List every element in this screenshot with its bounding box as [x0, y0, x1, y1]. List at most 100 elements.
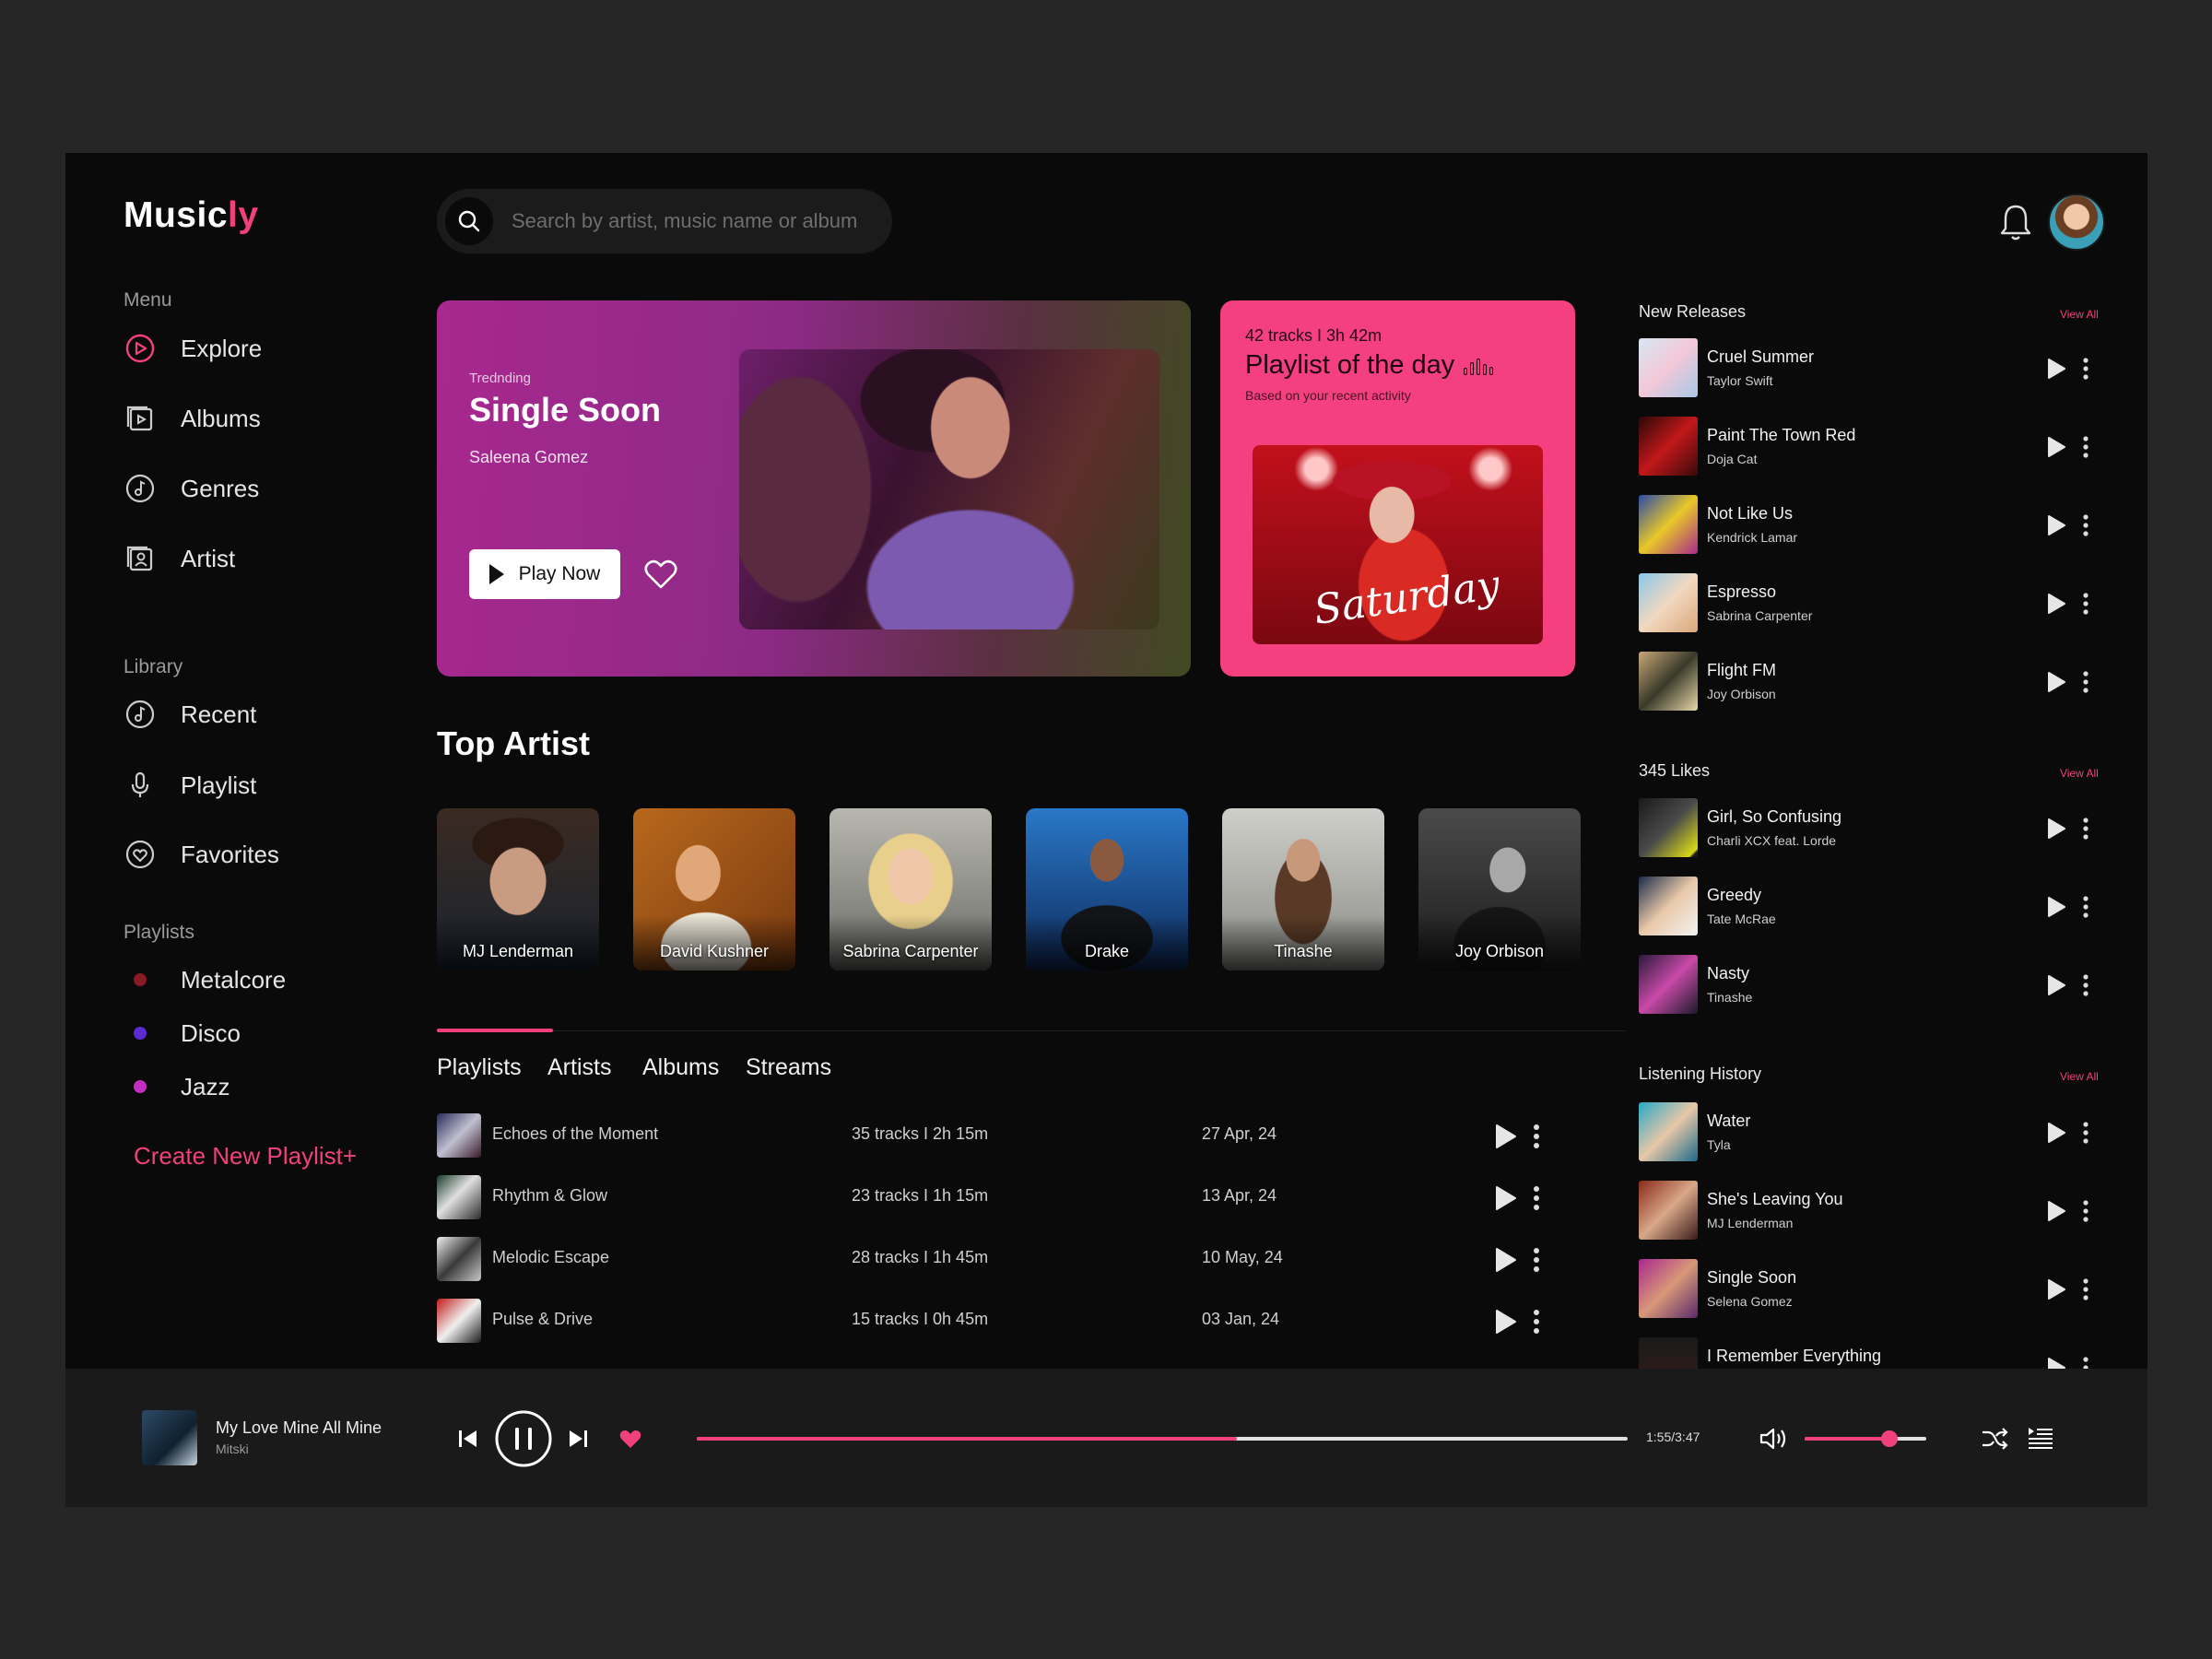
playlist-thumbnail	[437, 1237, 481, 1281]
artist-card-david-kushner[interactable]: David Kushner	[633, 808, 795, 971]
heart-filled-icon[interactable]	[618, 1427, 642, 1451]
app-logo[interactable]: Musicly	[124, 195, 259, 236]
sidebar-item-artist[interactable]: Artist	[124, 535, 235, 582]
artist-card-mj-lenderman[interactable]: MJ Lenderman	[437, 808, 599, 971]
play-icon[interactable]	[2044, 895, 2068, 919]
more-vertical-icon[interactable]	[1532, 1246, 1541, 1274]
play-icon[interactable]	[2044, 357, 2068, 381]
sidebar-item-playlist[interactable]: Playlist	[124, 762, 256, 808]
list-item[interactable]: Single Soon Selena Gomez	[1639, 1259, 2100, 1320]
play-icon[interactable]	[2044, 592, 2068, 616]
pause-icon[interactable]	[494, 1409, 553, 1468]
list-item[interactable]: Cruel Summer Taylor Swift	[1639, 338, 2100, 399]
list-item[interactable]: Greedy Tate McRae	[1639, 877, 2100, 937]
artist-card-sabrina-carpenter[interactable]: Sabrina Carpenter	[830, 808, 992, 971]
likes-view-all-link[interactable]: View All	[2060, 767, 2099, 780]
table-row[interactable]: Melodic Escape 28 tracks I 1h 45m 10 May…	[437, 1235, 1580, 1283]
volume-icon[interactable]	[1759, 1425, 1788, 1453]
play-icon[interactable]	[1491, 1246, 1519, 1274]
play-icon[interactable]	[2044, 1121, 2068, 1145]
shuffle-icon[interactable]	[1980, 1425, 2009, 1453]
artist-name: Drake	[1084, 942, 1129, 960]
table-row[interactable]: Rhythm & Glow 23 tracks I 1h 15m 13 Apr,…	[437, 1173, 1580, 1221]
list-item[interactable]: Flight FM Joy Orbison	[1639, 652, 2100, 712]
list-item[interactable]: Water Tyla	[1639, 1102, 2100, 1163]
more-vertical-icon[interactable]	[2081, 513, 2090, 537]
search-icon[interactable]	[445, 197, 493, 245]
new-releases-view-all-link[interactable]: View All	[2060, 308, 2099, 321]
tab-streams[interactable]: Streams	[746, 1054, 831, 1081]
search-input[interactable]	[512, 209, 862, 233]
more-vertical-icon[interactable]	[2081, 357, 2090, 381]
more-vertical-icon[interactable]	[2081, 435, 2090, 459]
artist-name: MJ Lenderman	[462, 942, 574, 960]
heart-icon[interactable]	[643, 558, 678, 591]
artist-card-joy-orbison[interactable]: Joy Orbison	[1418, 808, 1581, 971]
list-item[interactable]: Not Like Us Kendrick Lamar	[1639, 495, 2100, 556]
list-item[interactable]: Espresso Sabrina Carpenter	[1639, 573, 2100, 634]
more-vertical-icon[interactable]	[1532, 1308, 1541, 1335]
table-row[interactable]: Pulse & Drive 15 tracks I 0h 45m 03 Jan,…	[437, 1297, 1580, 1345]
more-vertical-icon[interactable]	[2081, 895, 2090, 919]
sidebar-playlist-metalcore[interactable]: Metalcore	[124, 957, 286, 1003]
play-icon[interactable]	[1491, 1308, 1519, 1335]
playback-time: 1:55/3:47	[1646, 1430, 1700, 1444]
list-item[interactable]: Paint The Town Red Doja Cat	[1639, 417, 2100, 477]
more-vertical-icon[interactable]	[2081, 592, 2090, 616]
playlist-of-the-day-card[interactable]: 42 tracks I 3h 42m Playlist of the day B…	[1220, 300, 1575, 677]
album-icon	[124, 402, 157, 435]
previous-icon[interactable]	[456, 1427, 480, 1451]
create-playlist-button[interactable]: Create New Playlist+	[134, 1142, 357, 1171]
play-icon[interactable]	[2044, 1277, 2068, 1301]
sidebar-item-favorites[interactable]: Favorites	[124, 831, 279, 877]
tab-albums[interactable]: Albums	[642, 1054, 719, 1081]
history-view-all-link[interactable]: View All	[2060, 1070, 2099, 1083]
play-icon[interactable]	[2044, 513, 2068, 537]
more-vertical-icon[interactable]	[2081, 1277, 2090, 1301]
next-icon[interactable]	[566, 1427, 590, 1451]
tab-artists[interactable]: Artists	[547, 1054, 611, 1081]
more-vertical-icon[interactable]	[2081, 1121, 2090, 1145]
more-vertical-icon[interactable]	[1532, 1184, 1541, 1212]
more-vertical-icon[interactable]	[1532, 1123, 1541, 1150]
track-title: Nasty	[1707, 964, 1750, 982]
artist-card-tinashe[interactable]: Tinashe	[1222, 808, 1384, 971]
track-artist: Selena Gomez	[1707, 1294, 1793, 1309]
play-icon[interactable]	[1491, 1184, 1519, 1212]
bell-icon[interactable]	[1995, 201, 2036, 243]
playlist-title: Rhythm & Glow	[492, 1186, 608, 1205]
more-vertical-icon[interactable]	[2081, 1199, 2090, 1223]
more-vertical-icon[interactable]	[2081, 670, 2090, 694]
table-row[interactable]: Echoes of the Moment 35 tracks I 2h 15m …	[437, 1112, 1580, 1159]
more-vertical-icon[interactable]	[2081, 973, 2090, 997]
queue-icon[interactable]	[2026, 1425, 2055, 1453]
play-icon[interactable]	[2044, 973, 2068, 997]
sidebar-item-albums[interactable]: Albums	[124, 395, 261, 441]
sidebar-item-recent[interactable]: Recent	[124, 691, 256, 737]
play-icon[interactable]	[1491, 1123, 1519, 1150]
list-item[interactable]: Nasty Tinashe	[1639, 955, 2100, 1016]
more-vertical-icon[interactable]	[2081, 817, 2090, 841]
list-item[interactable]: She's Leaving You MJ Lenderman	[1639, 1181, 2100, 1241]
volume-slider[interactable]	[1805, 1430, 1926, 1447]
avatar[interactable]	[2048, 194, 2105, 251]
list-item[interactable]: Girl, So Confusing Charli XCX feat. Lord…	[1639, 798, 2100, 859]
volume-knob[interactable]	[1881, 1430, 1899, 1447]
track-artist: Taylor Swift	[1707, 373, 1773, 388]
sidebar-playlist-jazz[interactable]: Jazz	[124, 1064, 229, 1110]
artist-card-drake[interactable]: Drake	[1026, 808, 1188, 971]
tab-playlists[interactable]: Playlists	[437, 1054, 522, 1081]
play-icon[interactable]	[2044, 817, 2068, 841]
sidebar-playlist-disco[interactable]: Disco	[124, 1010, 241, 1056]
play-now-button[interactable]: Play Now	[469, 549, 620, 599]
sidebar-item-genres[interactable]: Genres	[124, 465, 259, 512]
playlist-color-dot	[134, 973, 147, 986]
playlist-title: Melodic Escape	[492, 1248, 610, 1266]
sidebar-item-explore[interactable]: Explore	[124, 325, 262, 371]
potd-subtitle: Based on your recent activity	[1245, 388, 1411, 403]
play-icon[interactable]	[2044, 670, 2068, 694]
progress-slider[interactable]	[697, 1437, 1628, 1441]
play-icon[interactable]	[2044, 1199, 2068, 1223]
play-icon[interactable]	[2044, 435, 2068, 459]
search-bar[interactable]	[437, 189, 892, 253]
